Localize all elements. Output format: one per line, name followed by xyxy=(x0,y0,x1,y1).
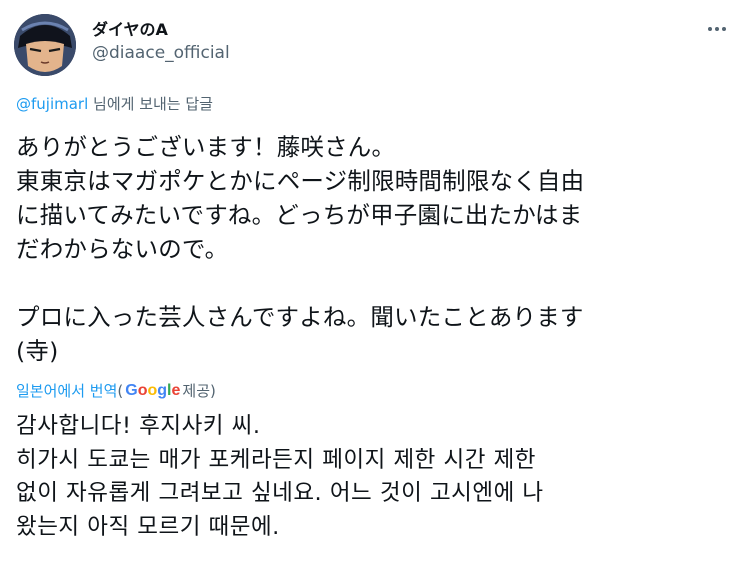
reply-suffix: 님에게 보내는 답글 xyxy=(88,95,213,113)
translate-link[interactable]: 일본어에서 번역 xyxy=(16,380,117,401)
reply-context: @fujimarl 님에게 보내는 답글 xyxy=(16,93,213,114)
user-handle[interactable]: @diaace_official xyxy=(92,43,230,63)
avatar[interactable] xyxy=(14,14,76,76)
translation-provider-suffix: 제공) xyxy=(182,382,216,400)
translation-bar: 일본어에서 번역 ( Google 제공) xyxy=(16,380,216,401)
google-logo: Google xyxy=(125,382,180,400)
google-logo-letter: e xyxy=(171,381,181,399)
translated-text: 감사합니다! 후지사키 씨. 히가시 도쿄는 매가 포케라든지 페이지 제한 시… xyxy=(16,413,544,540)
google-logo-letter: G xyxy=(125,381,138,399)
google-logo-letter: g xyxy=(157,381,168,399)
google-logo-letter: o xyxy=(137,381,148,399)
more-options-icon[interactable] xyxy=(702,14,732,44)
avatar-illustration xyxy=(14,14,76,76)
tweet-text: ありがとうございます！藤咲さん。 東東京はマガポケとかにページ制限時間制限なく自… xyxy=(16,133,585,365)
translation-paren: ( xyxy=(117,381,124,400)
google-logo-letter: o xyxy=(147,381,158,399)
mention-link[interactable]: @fujimarl xyxy=(16,95,88,113)
display-name[interactable]: ダイヤのA xyxy=(92,16,168,40)
